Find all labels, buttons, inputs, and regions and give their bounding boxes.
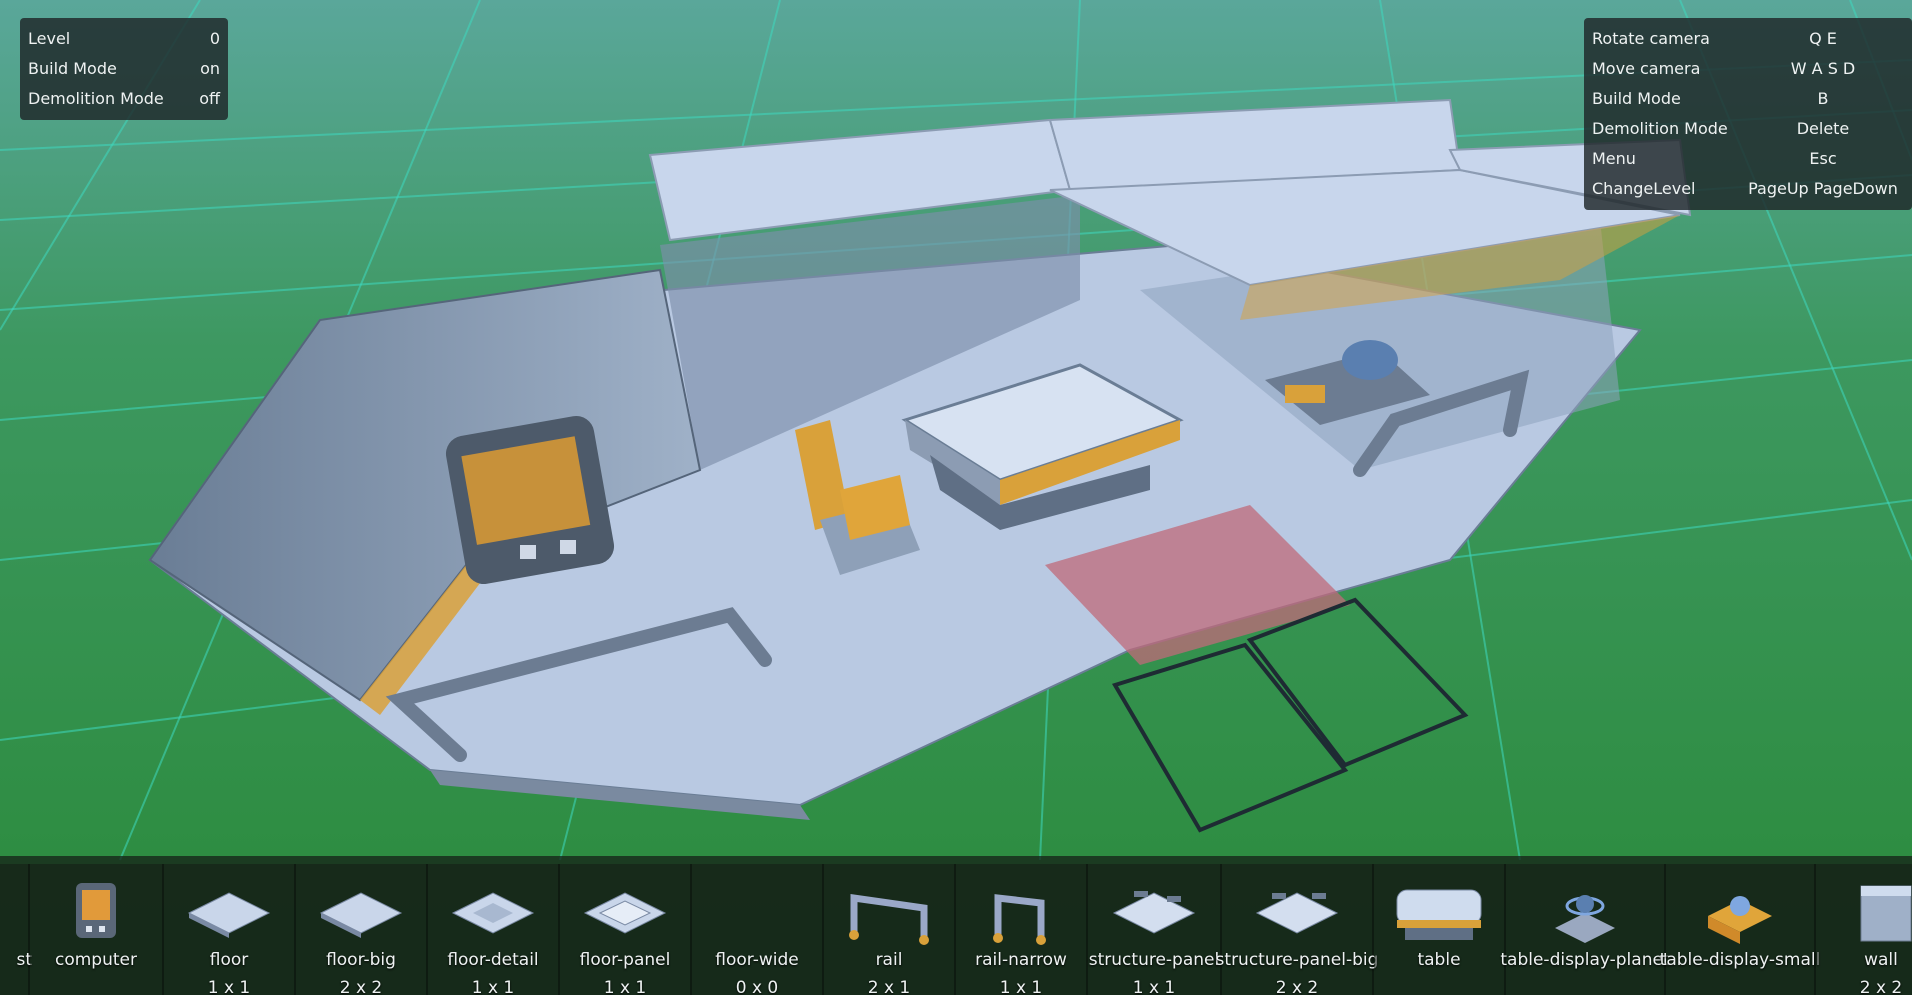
item-name: structure-panel-big bbox=[1215, 950, 1379, 970]
control-key: Delete bbox=[1796, 119, 1850, 138]
toolbar-item-floor[interactable]: floor 1 x 1 bbox=[164, 864, 296, 995]
item-name: floor-wide bbox=[715, 950, 799, 970]
item-name: floor bbox=[209, 950, 249, 970]
controls-row: ChangeLevel PageUp PageDown bbox=[1592, 174, 1904, 204]
status-panel: Level 0 Build Mode on Demolition Mode of… bbox=[20, 18, 228, 120]
controls-row: Build Mode B bbox=[1592, 84, 1904, 114]
status-row-demolition-mode: Demolition Mode off bbox=[28, 84, 220, 114]
item-name: floor-panel bbox=[579, 950, 671, 970]
toolbar-item-partial[interactable]: st bbox=[0, 864, 32, 995]
control-key: W A S D bbox=[1790, 59, 1856, 78]
control-action: Move camera bbox=[1592, 59, 1701, 78]
item-name: floor-big bbox=[326, 950, 396, 970]
item-size: 1 x 1 bbox=[471, 978, 515, 995]
status-row-build-mode: Build Mode on bbox=[28, 54, 220, 84]
item-name: wall bbox=[1864, 950, 1898, 970]
floor-big-icon bbox=[319, 892, 403, 938]
floor-icon bbox=[187, 892, 271, 938]
item-size: 1 x 1 bbox=[603, 978, 647, 995]
controls-row: Rotate camera Q E bbox=[1592, 24, 1904, 54]
control-action: ChangeLevel bbox=[1592, 179, 1696, 198]
controls-panel: Rotate camera Q E Move camera W A S D Bu… bbox=[1584, 18, 1912, 210]
floor-panel-icon bbox=[583, 892, 667, 934]
item-name: structure-panel bbox=[1088, 950, 1220, 970]
computer-icon bbox=[76, 883, 116, 938]
status-label: Level bbox=[28, 29, 71, 48]
toolbar-item-floor-panel[interactable]: floor-panel 1 x 1 bbox=[560, 864, 692, 995]
item-size: 2 x 1 bbox=[867, 978, 911, 995]
rail-narrow-icon bbox=[993, 894, 1046, 945]
status-row-level: Level 0 bbox=[28, 24, 220, 54]
control-action: Demolition Mode bbox=[1592, 119, 1728, 138]
item-size: 0 x 0 bbox=[735, 978, 779, 995]
controls-row: Demolition Mode Delete bbox=[1592, 114, 1904, 144]
item-size: 2 x 2 bbox=[1275, 978, 1319, 995]
item-size: 1 x 1 bbox=[207, 978, 251, 995]
toolbar-item-rail-narrow[interactable]: rail-narrow 1 x 1 bbox=[956, 864, 1088, 995]
table-display-planet-icon bbox=[1555, 895, 1615, 943]
item-size: 2 x 2 bbox=[339, 978, 383, 995]
control-action: Build Mode bbox=[1592, 89, 1681, 108]
rail-icon bbox=[849, 893, 929, 945]
item-name: table-display-planet bbox=[1500, 950, 1670, 970]
toolbar-item-floor-big[interactable]: floor-big 2 x 2 bbox=[296, 864, 428, 995]
controls-row: Menu Esc bbox=[1592, 144, 1904, 174]
toolbar-item-floor-wide[interactable]: floor-wide 0 x 0 bbox=[692, 864, 824, 995]
control-action: Menu bbox=[1592, 149, 1636, 168]
item-name: floor-detail bbox=[447, 950, 539, 970]
wall-icon bbox=[1860, 885, 1912, 942]
table-icon bbox=[1396, 889, 1482, 940]
toolbar-item-table[interactable]: table bbox=[1374, 864, 1506, 995]
item-size: 1 x 1 bbox=[999, 978, 1043, 995]
toolbar-item-floor-detail[interactable]: floor-detail 1 x 1 bbox=[428, 864, 560, 995]
toolbar-item-table-display-planet[interactable]: table-display-planet bbox=[1500, 864, 1670, 995]
item-name: computer bbox=[55, 950, 137, 970]
toolbar-item-structure-panel-big[interactable]: structure-panel-big 2 x 2 bbox=[1216, 864, 1378, 995]
table-display-small-icon bbox=[1708, 896, 1772, 944]
floor-detail-icon bbox=[451, 892, 535, 934]
control-action: Rotate camera bbox=[1592, 29, 1710, 48]
status-label: Demolition Mode bbox=[28, 89, 164, 108]
toolbar-item-rail[interactable]: rail 2 x 1 bbox=[824, 864, 956, 995]
item-name: rail-narrow bbox=[975, 950, 1067, 970]
computer-model bbox=[445, 415, 615, 585]
item-name: table-display-small bbox=[1659, 950, 1821, 970]
control-key: PageUp PageDown bbox=[1748, 179, 1898, 198]
controls-row: Move camera W A S D bbox=[1592, 54, 1904, 84]
build-toolbar: st computer floor 1 x 1 floor-big 2 x 2 bbox=[0, 856, 1912, 995]
item-name: table bbox=[1417, 950, 1461, 970]
control-key: Esc bbox=[1809, 149, 1837, 168]
toolbar-item-table-display-small[interactable]: table-display-small bbox=[1660, 864, 1820, 995]
structure-panel-icon bbox=[1112, 891, 1196, 934]
status-value: on bbox=[200, 59, 220, 78]
toolbar-item-structure-panel[interactable]: structure-panel 1 x 1 bbox=[1088, 864, 1222, 995]
status-label: Build Mode bbox=[28, 59, 117, 78]
structure-panel-big-icon bbox=[1255, 892, 1339, 934]
item-size: 2 x 2 bbox=[1859, 978, 1903, 995]
control-key: B bbox=[1817, 89, 1829, 108]
toolbar-item-computer[interactable]: computer bbox=[30, 864, 164, 995]
status-value: off bbox=[199, 89, 220, 108]
status-value: 0 bbox=[209, 29, 220, 48]
item-size: 1 x 1 bbox=[1132, 978, 1176, 995]
toolbar-item-wall[interactable]: wall 2 x 2 bbox=[1816, 864, 1912, 995]
item-name: rail bbox=[875, 950, 903, 970]
control-key: Q E bbox=[1809, 29, 1837, 48]
